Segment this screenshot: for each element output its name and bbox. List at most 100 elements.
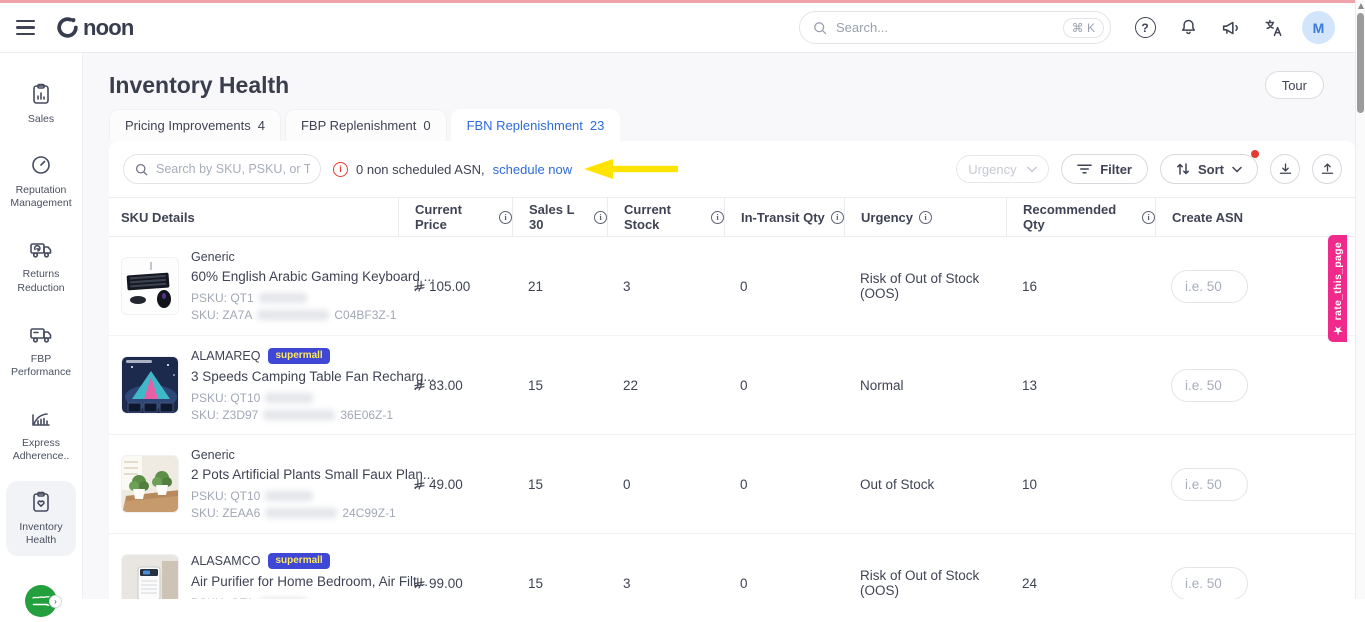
info-icon[interactable] xyxy=(594,211,607,224)
current-stock: 3 xyxy=(607,576,724,591)
sar-currency-icon xyxy=(414,280,425,292)
current-stock: 0 xyxy=(607,477,724,492)
sar-currency-icon xyxy=(414,577,425,589)
table-row: ALAMAREQ supermall 3 Speeds Camping Tabl… xyxy=(109,336,1356,435)
translate-icon xyxy=(1263,17,1285,39)
keyboard-shortcut-hint: ⌘ K xyxy=(1063,18,1104,38)
supermall-badge: supermall xyxy=(268,553,329,569)
sidebar-item-label: Inventory Health xyxy=(8,521,74,547)
supermall-badge: supermall xyxy=(268,348,329,364)
in-transit-qty: 0 xyxy=(724,576,844,591)
urgency-dropdown[interactable]: Urgency xyxy=(956,155,1049,183)
gauge-icon xyxy=(29,153,53,177)
schedule-now-link[interactable]: schedule now xyxy=(493,162,573,177)
product-psku: PSKU: QT10 xyxy=(191,391,435,405)
rate-this-page-label: ★ rate_this_page xyxy=(1332,242,1344,336)
scrollbar-thumb[interactable] xyxy=(1357,13,1364,113)
tab-fbn-replenishment[interactable]: FBN Replenishment23 xyxy=(451,109,621,142)
urgency-value: Normal xyxy=(844,378,1006,393)
create-asn-input[interactable] xyxy=(1171,369,1248,402)
info-icon[interactable] xyxy=(711,211,724,224)
info-icon[interactable] xyxy=(1142,211,1155,224)
hamburger-menu-icon[interactable] xyxy=(16,20,35,35)
info-icon[interactable] xyxy=(919,211,932,224)
language-button[interactable] xyxy=(1262,16,1286,40)
tour-button[interactable]: Tour xyxy=(1265,71,1324,99)
product-sku: SKU: Z3D9736E06Z-1 xyxy=(191,408,435,422)
chevron-right-icon: › xyxy=(49,595,62,608)
recommended-qty: 24 xyxy=(1006,576,1155,591)
global-search[interactable]: ⌘ K xyxy=(799,11,1111,44)
noon-logo[interactable]: noon xyxy=(55,15,134,41)
sidebar-item-inventory-health[interactable]: Inventory Health xyxy=(6,481,76,556)
sales-l30: 15 xyxy=(512,576,607,591)
help-button[interactable] xyxy=(1133,16,1157,40)
asn-notice: 0 non scheduled ASN, schedule now xyxy=(333,162,572,177)
info-icon[interactable] xyxy=(499,211,512,224)
download-icon xyxy=(1278,162,1293,177)
urgency-value: Out of Stock xyxy=(844,477,1006,492)
truck-icon xyxy=(28,322,54,346)
brand-name: ALAMAREQ xyxy=(191,349,260,363)
question-icon xyxy=(1135,17,1156,38)
search-icon xyxy=(812,20,828,36)
sidebar-item-sales[interactable]: Sales xyxy=(6,73,76,135)
noon-logo-text: noon xyxy=(83,15,134,41)
in-transit-qty: 0 xyxy=(724,378,844,393)
sidebar-item-reputation-management[interactable]: Reputation Management xyxy=(6,144,76,219)
alert-info-icon xyxy=(333,162,348,177)
country-selector[interactable]: › xyxy=(25,585,57,617)
announcements-button[interactable] xyxy=(1219,16,1243,40)
clipboard-heart-icon xyxy=(29,490,53,514)
scrollbar-up-arrow[interactable] xyxy=(1358,3,1364,9)
brand-name: ALASAMCO xyxy=(191,554,260,568)
current-price: 49.00 xyxy=(398,477,512,492)
tab-fbp-replenishment[interactable]: FBP Replenishment0 xyxy=(285,109,447,142)
info-icon[interactable] xyxy=(831,211,844,224)
column-sku-details: SKU Details xyxy=(109,198,398,236)
product-sku: SKU: ZEAA624C99Z-1 xyxy=(191,506,434,520)
sku-search-input[interactable] xyxy=(156,162,310,176)
product-image-gaming-keyboard xyxy=(121,257,179,315)
area-chart-icon xyxy=(29,406,53,430)
table-row: ALASAMCO supermall Air Purifier for Home… xyxy=(109,534,1356,599)
create-asn-input[interactable] xyxy=(1171,270,1248,303)
current-price: 105.00 xyxy=(398,279,512,294)
product-image-camping-fan xyxy=(121,356,179,414)
sidebar-item-fbp-performance[interactable]: FBP Performance xyxy=(6,313,76,388)
column-create-asn: Create ASN xyxy=(1155,198,1356,236)
in-transit-qty: 0 xyxy=(724,477,844,492)
clipboard-chart-icon xyxy=(29,82,53,106)
chevron-down-icon xyxy=(1232,166,1242,173)
sidebar-item-label: Express Adherence.. xyxy=(8,437,74,463)
rate-this-page-tab[interactable]: ★ rate_this_page xyxy=(1328,235,1347,342)
user-avatar[interactable]: M xyxy=(1302,11,1335,44)
sidebar-item-returns-reduction[interactable]: Returns Reduction xyxy=(6,228,76,303)
sku-search[interactable] xyxy=(123,154,321,184)
product-title[interactable]: Air Purifier for Home Bedroom, Air Filt.… xyxy=(191,574,428,589)
content-card: 0 non scheduled ASN, schedule now Urgenc… xyxy=(109,141,1356,599)
create-asn-input[interactable] xyxy=(1171,567,1248,600)
upload-button[interactable] xyxy=(1312,154,1342,184)
sidebar-item-express-adherence[interactable]: Express Adherence.. xyxy=(6,397,76,472)
tab-pricing-improvements[interactable]: Pricing Improvements4 xyxy=(109,109,281,142)
megaphone-icon xyxy=(1220,17,1242,39)
filter-button[interactable]: Filter xyxy=(1061,154,1148,184)
create-asn-input[interactable] xyxy=(1171,468,1248,501)
table-header: SKU Details Current Price Sales L 30 Cur… xyxy=(109,197,1356,237)
main-content: Inventory Health Tour Pricing Improvemen… xyxy=(83,53,1365,599)
sort-arrows-icon xyxy=(1176,162,1190,176)
asn-notice-text: 0 non scheduled ASN, xyxy=(356,162,485,177)
global-search-input[interactable] xyxy=(836,20,1055,35)
product-image-air-purifier xyxy=(121,554,179,599)
brand-name: Generic xyxy=(191,448,235,462)
current-stock: 22 xyxy=(607,378,724,393)
sort-button[interactable]: Sort xyxy=(1160,154,1258,184)
redacted-text xyxy=(257,310,329,320)
column-in-transit-qty: In-Transit Qty xyxy=(724,198,844,236)
scrollbar[interactable] xyxy=(1355,0,1365,599)
notifications-button[interactable] xyxy=(1176,16,1200,40)
sales-l30: 15 xyxy=(512,477,607,492)
download-button[interactable] xyxy=(1270,154,1300,184)
in-transit-qty: 0 xyxy=(724,279,844,294)
